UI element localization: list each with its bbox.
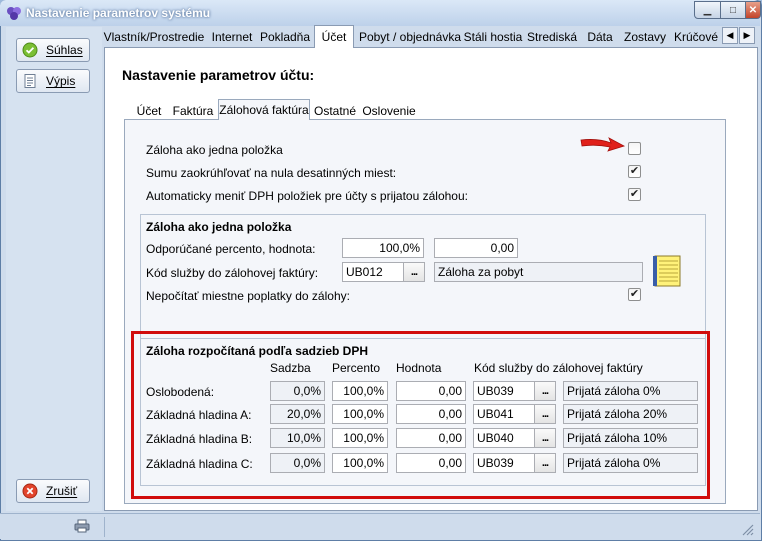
status-divider: [104, 517, 105, 537]
subtab-zalohova-faktura[interactable]: Zálohová faktúra: [218, 99, 310, 120]
tab-stali-hostia[interactable]: Stáli hostia: [464, 27, 523, 47]
service-label: Kód služby do zálohovej faktúry:: [146, 266, 319, 280]
left-panel: [6, 27, 102, 511]
fees-label: Nepočítať miestne poplatky do zálohy:: [146, 289, 350, 303]
accept-button[interactable]: Súhlas: [16, 38, 90, 62]
printer-icon[interactable]: [74, 519, 90, 533]
subtab-faktura[interactable]: Faktúra: [170, 101, 216, 120]
close-icon: ✕: [748, 4, 758, 16]
amount-input[interactable]: 0,00: [434, 238, 518, 258]
list-button-label: Výpis: [46, 74, 76, 88]
percent-input[interactable]: 100,0%: [342, 238, 424, 258]
service-lookup-button[interactable]: ...: [403, 262, 425, 282]
cancel-button-label: Zrušiť: [46, 484, 78, 498]
document-list-icon: [24, 74, 36, 88]
tab-pobyt[interactable]: Pobyt / objednávka: [358, 27, 462, 47]
tab-internet[interactable]: Internet: [208, 27, 256, 47]
minimize-button[interactable]: ▁: [694, 1, 721, 19]
service-name-field: Záloha za pobyt: [434, 262, 643, 282]
close-button[interactable]: ✕: [745, 1, 761, 19]
red-arrow-icon: [580, 137, 626, 152]
window-title: Nastavenie parametrov systému: [26, 6, 211, 20]
resize-grip-icon[interactable]: [740, 522, 754, 536]
percent-label: Odporúčané percento, hodnota:: [146, 242, 316, 256]
highlight-frame: [131, 331, 710, 499]
tab-scroll-left-icon[interactable]: ◀: [722, 27, 738, 44]
notepad-icon[interactable]: [652, 255, 682, 287]
check-circle-icon: [22, 42, 38, 58]
maximize-icon: □: [729, 4, 737, 16]
title-bar[interactable]: Nastavenie parametrov systému: [0, 0, 760, 26]
option-label: Záloha ako jedna položka: [146, 143, 283, 157]
cancel-button[interactable]: Zrušiť: [16, 479, 90, 503]
option-label: Sumu zaokrúhľovať na nula desatinných mi…: [146, 166, 397, 180]
list-button[interactable]: Výpis: [16, 69, 90, 93]
tab-data[interactable]: Dáta: [584, 27, 616, 47]
tab-vlastnik[interactable]: Vlastník/Prostredie: [104, 27, 205, 47]
subtab-ucet[interactable]: Účet: [130, 101, 168, 120]
minimize-icon: ▁: [703, 4, 712, 16]
tab-ucet[interactable]: Účet: [314, 25, 354, 48]
accept-button-label: Súhlas: [46, 43, 83, 57]
subtab-ostatne[interactable]: Ostatné: [312, 101, 358, 120]
tab-pokladna[interactable]: Pokladňa: [258, 27, 312, 47]
option-single-item-checkbox[interactable]: [628, 142, 641, 155]
group-title: Záloha ako jedna položka: [146, 220, 292, 234]
maximize-button[interactable]: □: [720, 1, 746, 19]
tab-klucove[interactable]: Krúčové: [674, 27, 722, 47]
option-auto-vat-checkbox[interactable]: ✔: [628, 188, 641, 201]
app-logo-icon: [7, 7, 21, 20]
service-code-input[interactable]: UB012: [342, 262, 404, 282]
subtab-oslovenie[interactable]: Oslovenie: [360, 101, 418, 120]
cancel-circle-icon: [22, 483, 38, 499]
tab-zostavy[interactable]: Zostavy: [620, 27, 670, 47]
status-bar: [0, 513, 760, 539]
page-title: Nastavenie parametrov účtu:: [122, 67, 315, 83]
option-label: Automaticky meniť DPH položiek pre účty …: [146, 189, 468, 203]
option-round-checkbox[interactable]: ✔: [628, 165, 641, 178]
fees-checkbox[interactable]: ✔: [628, 288, 641, 301]
tab-scroll-right-icon[interactable]: ▶: [739, 27, 755, 44]
tab-strediska[interactable]: Strediská: [526, 27, 578, 47]
